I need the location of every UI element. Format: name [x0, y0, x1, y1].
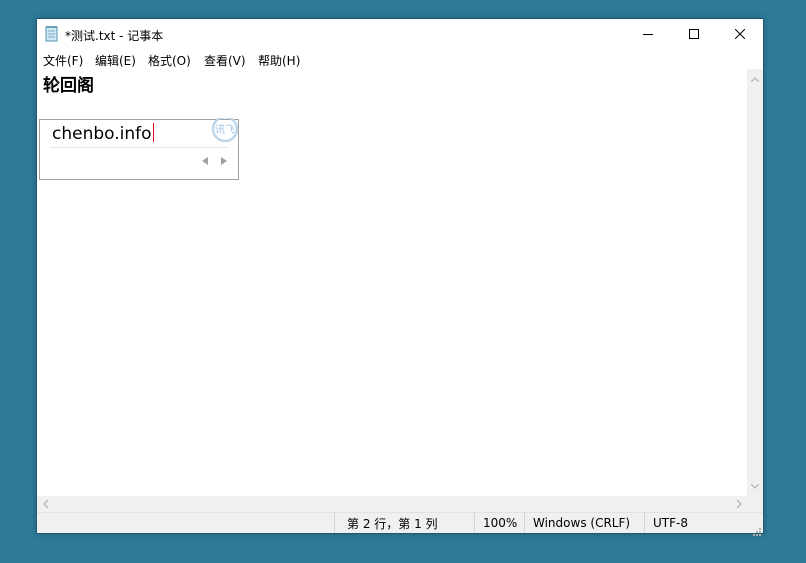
menu-edit[interactable]: 编辑(E)	[95, 52, 136, 69]
vertical-scrollbar[interactable]	[747, 69, 763, 496]
menu-help[interactable]: 帮助(H)	[258, 52, 300, 69]
maximize-button[interactable]	[671, 19, 717, 49]
status-bar: 第 2 行，第 1 列 100% Windows (CRLF) UTF-8	[37, 512, 763, 536]
notepad-icon	[45, 26, 59, 42]
resize-grip-icon[interactable]	[751, 521, 761, 536]
window-title: *测试.txt - 记事本	[65, 29, 164, 43]
close-icon	[735, 29, 745, 39]
close-button[interactable]	[717, 19, 763, 49]
minimize-button[interactable]	[625, 19, 671, 49]
ime-divider	[50, 147, 228, 148]
maximize-icon	[689, 29, 699, 39]
menu-format[interactable]: 格式(O)	[148, 52, 191, 69]
ime-logo-icon: 讯飞	[208, 118, 240, 144]
ime-candidate-window: chenbo.info 讯飞	[39, 118, 240, 180]
scroll-corner	[747, 496, 763, 512]
status-line-ending: Windows (CRLF)	[524, 513, 644, 533]
prev-page-icon[interactable]	[202, 157, 208, 168]
menu-bar: 文件(F) 编辑(E) 格式(O) 查看(V) 帮助(H)	[37, 49, 763, 69]
menu-view[interactable]: 查看(V)	[204, 52, 246, 69]
next-page-icon[interactable]	[221, 157, 227, 168]
horizontal-scrollbar[interactable]	[37, 496, 747, 512]
notepad-window: *测试.txt - 记事本 文件(F) 编辑(E) 格式(O) 查看(V) 帮助…	[36, 18, 764, 536]
status-encoding: UTF-8	[644, 513, 749, 533]
minimize-icon	[643, 34, 653, 35]
title-bar[interactable]: *测试.txt - 记事本	[37, 19, 763, 49]
text-caret	[152, 123, 154, 142]
editor-line-1: 轮回阁	[43, 76, 94, 96]
ime-composition-text: chenbo.info	[52, 123, 154, 144]
ime-logo-text: 讯飞	[215, 124, 235, 136]
scroll-left-icon[interactable]	[37, 496, 53, 512]
scroll-down-icon[interactable]	[747, 478, 763, 494]
status-zoom: 100%	[474, 513, 524, 533]
scroll-up-icon[interactable]	[747, 71, 763, 87]
status-position: 第 2 行，第 1 列	[334, 513, 474, 533]
scroll-right-icon[interactable]	[731, 496, 747, 512]
menu-file[interactable]: 文件(F)	[43, 52, 83, 69]
